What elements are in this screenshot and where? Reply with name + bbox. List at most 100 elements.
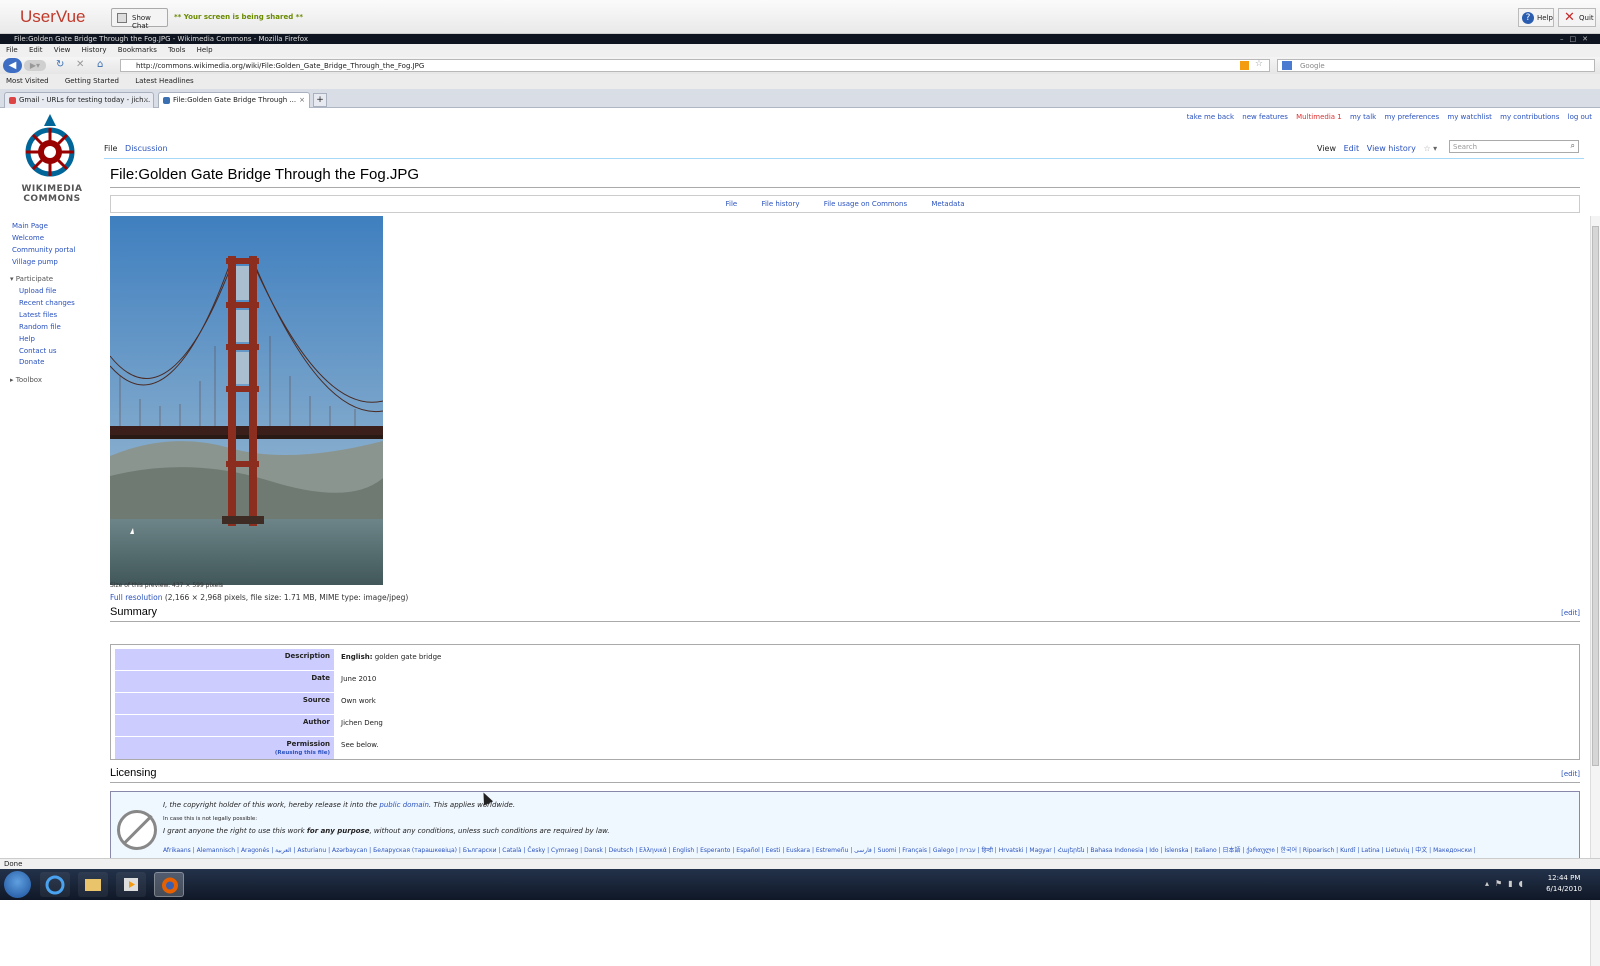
summary-heading: Summary xyxy=(110,606,158,618)
information-table: Description English: golden gate bridge … xyxy=(110,644,1580,760)
toc-metadata[interactable]: Metadata xyxy=(931,200,964,208)
licensing-edit-link[interactable]: [edit] xyxy=(1561,770,1580,778)
table-row: Date June 2010 xyxy=(115,671,1577,692)
menu-edit[interactable]: Edit xyxy=(29,46,43,54)
system-clock[interactable]: 12:44 PM 6/14/2010 xyxy=(1546,873,1582,895)
menu-help[interactable]: Help xyxy=(197,46,213,54)
namespace-tabs: File Discussion xyxy=(104,144,168,153)
full-resolution-link[interactable]: Full resolution xyxy=(110,593,162,602)
start-button[interactable] xyxy=(4,871,31,898)
menu-tools[interactable]: Tools xyxy=(168,46,185,54)
table-row: Author Jichen Deng xyxy=(115,715,1577,736)
quit-button[interactable]: ✕ Quit xyxy=(1558,8,1596,27)
link-new-features[interactable]: new features xyxy=(1242,113,1288,121)
toc-file-history[interactable]: File history xyxy=(761,200,799,208)
firefox-taskbar-icon[interactable] xyxy=(154,872,184,897)
url-bar[interactable]: http://commons.wikimedia.org/wiki/File:G… xyxy=(120,59,1270,72)
rss-feed-icon[interactable] xyxy=(1240,61,1249,70)
window-controls[interactable]: –□✕ xyxy=(1560,34,1594,44)
sidebar-item-latest-files[interactable]: Latest files xyxy=(19,311,57,319)
sidebar-item-contact-us[interactable]: Contact us xyxy=(19,347,57,355)
menu-file[interactable]: File xyxy=(6,46,18,54)
tab-view-history[interactable]: View history xyxy=(1367,144,1416,153)
uservue-toolbar: UserVue Show Chat ** Your screen is bein… xyxy=(0,0,1600,34)
new-tab-button[interactable]: + xyxy=(313,93,327,107)
bookmark-star-icon[interactable]: ☆ xyxy=(1255,59,1263,69)
media-player-icon[interactable] xyxy=(116,872,146,897)
windows-taskbar: ▴⚑▮◖ 12:44 PM 6/14/2010 xyxy=(0,869,1600,900)
language-links[interactable]: Afrikaans | Alemannisch | Aragonés | الع… xyxy=(163,845,1563,854)
browser-search-input[interactable]: Google xyxy=(1277,59,1595,72)
sidebar-item-donate[interactable]: Donate xyxy=(19,358,44,366)
wiki-search-input[interactable]: Search ⌕ xyxy=(1449,140,1579,153)
header-divider xyxy=(104,158,1584,159)
sidebar-item-upload-file[interactable]: Upload file xyxy=(19,287,56,295)
link-user-page[interactable]: Multimedia 1 xyxy=(1296,113,1342,121)
menu-bookmarks[interactable]: Bookmarks xyxy=(118,46,157,54)
link-my-talk[interactable]: my talk xyxy=(1350,113,1376,121)
sidebar-item-help[interactable]: Help xyxy=(19,335,35,343)
participate-header[interactable]: ▾ Participate xyxy=(10,275,53,283)
public-domain-icon xyxy=(117,810,157,850)
row-value: See below. xyxy=(341,741,379,749)
public-domain-link[interactable]: public domain xyxy=(379,801,429,809)
preview-caption: Size of this preview: 437 × 599 pixels xyxy=(110,582,224,589)
menu-bar: File Edit View History Bookmarks Tools H… xyxy=(0,44,1600,57)
close-tab-icon[interactable]: × xyxy=(299,93,305,108)
commons-logo-icon xyxy=(25,114,75,177)
bookmark-most-visited[interactable]: Most Visited xyxy=(6,77,49,85)
sidebar-item-community-portal[interactable]: Community portal xyxy=(12,246,75,254)
link-log-out[interactable]: log out xyxy=(1568,113,1592,121)
license-text-2: In case this is not legally possible: xyxy=(163,816,258,822)
link-my-watchlist[interactable]: my watchlist xyxy=(1447,113,1492,121)
menu-history[interactable]: History xyxy=(82,46,107,54)
wikimedia-commons-logo[interactable]: WIKIMEDIA COMMONS xyxy=(12,112,90,212)
back-button[interactable]: ◀ xyxy=(3,58,22,73)
tab-edit[interactable]: Edit xyxy=(1344,144,1360,153)
gmail-icon xyxy=(9,97,16,104)
home-icon[interactable]: ⌂ xyxy=(97,59,103,70)
watch-star-icon[interactable]: ☆ xyxy=(1423,144,1430,153)
menu-view[interactable]: View xyxy=(54,46,71,54)
row-label: Author xyxy=(115,715,334,736)
summary-edit-link[interactable]: [edit] xyxy=(1561,609,1580,617)
system-tray-icons[interactable]: ▴⚑▮◖ xyxy=(1485,879,1529,888)
sidebar-item-welcome[interactable]: Welcome xyxy=(12,234,44,242)
internet-explorer-icon[interactable] xyxy=(40,872,70,897)
tab-view[interactable]: View xyxy=(1317,144,1336,153)
bookmark-getting-started[interactable]: Getting Started xyxy=(65,77,119,85)
bookmarks-toolbar: Most Visited Getting Started Latest Head… xyxy=(0,74,1600,89)
bookmark-latest-headlines[interactable]: Latest Headlines xyxy=(135,77,193,85)
reload-icon[interactable]: ↻ xyxy=(56,59,64,70)
row-value: Own work xyxy=(341,697,376,705)
toolbox-header[interactable]: ▸ Toolbox xyxy=(10,376,42,384)
sidebar-item-main-page[interactable]: Main Page xyxy=(12,222,48,230)
search-icon[interactable]: ⌕ xyxy=(1571,141,1575,151)
view-tabs: View Edit View history ☆ ▾ xyxy=(1317,144,1437,153)
tab-commons-file[interactable]: File:Golden Gate Bridge Through ... × xyxy=(158,92,310,108)
reusing-file-link[interactable]: (Reusing this file) xyxy=(275,750,330,756)
tab-discussion[interactable]: Discussion xyxy=(125,144,168,153)
stop-icon[interactable]: ✕ xyxy=(76,59,84,70)
scrollbar-thumb[interactable] xyxy=(1592,226,1599,766)
link-take-me-back[interactable]: take me back xyxy=(1187,113,1234,121)
sidebar-item-village-pump[interactable]: Village pump xyxy=(12,258,58,266)
forward-button[interactable]: ▶▾ xyxy=(24,60,46,71)
toc-file-usage[interactable]: File usage on Commons xyxy=(824,200,907,208)
file-preview-image[interactable] xyxy=(110,216,383,585)
vertical-scrollbar[interactable] xyxy=(1590,216,1600,966)
toc-file[interactable]: File xyxy=(726,200,738,208)
uservue-logo: UserVue xyxy=(20,7,86,26)
show-chat-button[interactable]: Show Chat xyxy=(111,8,168,30)
explorer-folder-icon[interactable] xyxy=(78,872,108,897)
close-tab-icon[interactable]: × xyxy=(143,93,149,108)
tab-file[interactable]: File xyxy=(104,144,117,153)
sidebar-item-recent-changes[interactable]: Recent changes xyxy=(19,299,75,307)
licensing-heading: Licensing xyxy=(110,767,157,779)
sidebar-item-random-file[interactable]: Random file xyxy=(19,323,61,331)
help-button[interactable]: ? Help xyxy=(1518,8,1554,27)
tab-gmail[interactable]: Gmail - URLs for testing today - jich...… xyxy=(4,92,154,108)
chevron-down-icon[interactable]: ▾ xyxy=(1433,144,1437,153)
link-my-contributions[interactable]: my contributions xyxy=(1500,113,1559,121)
link-my-preferences[interactable]: my preferences xyxy=(1384,113,1439,121)
